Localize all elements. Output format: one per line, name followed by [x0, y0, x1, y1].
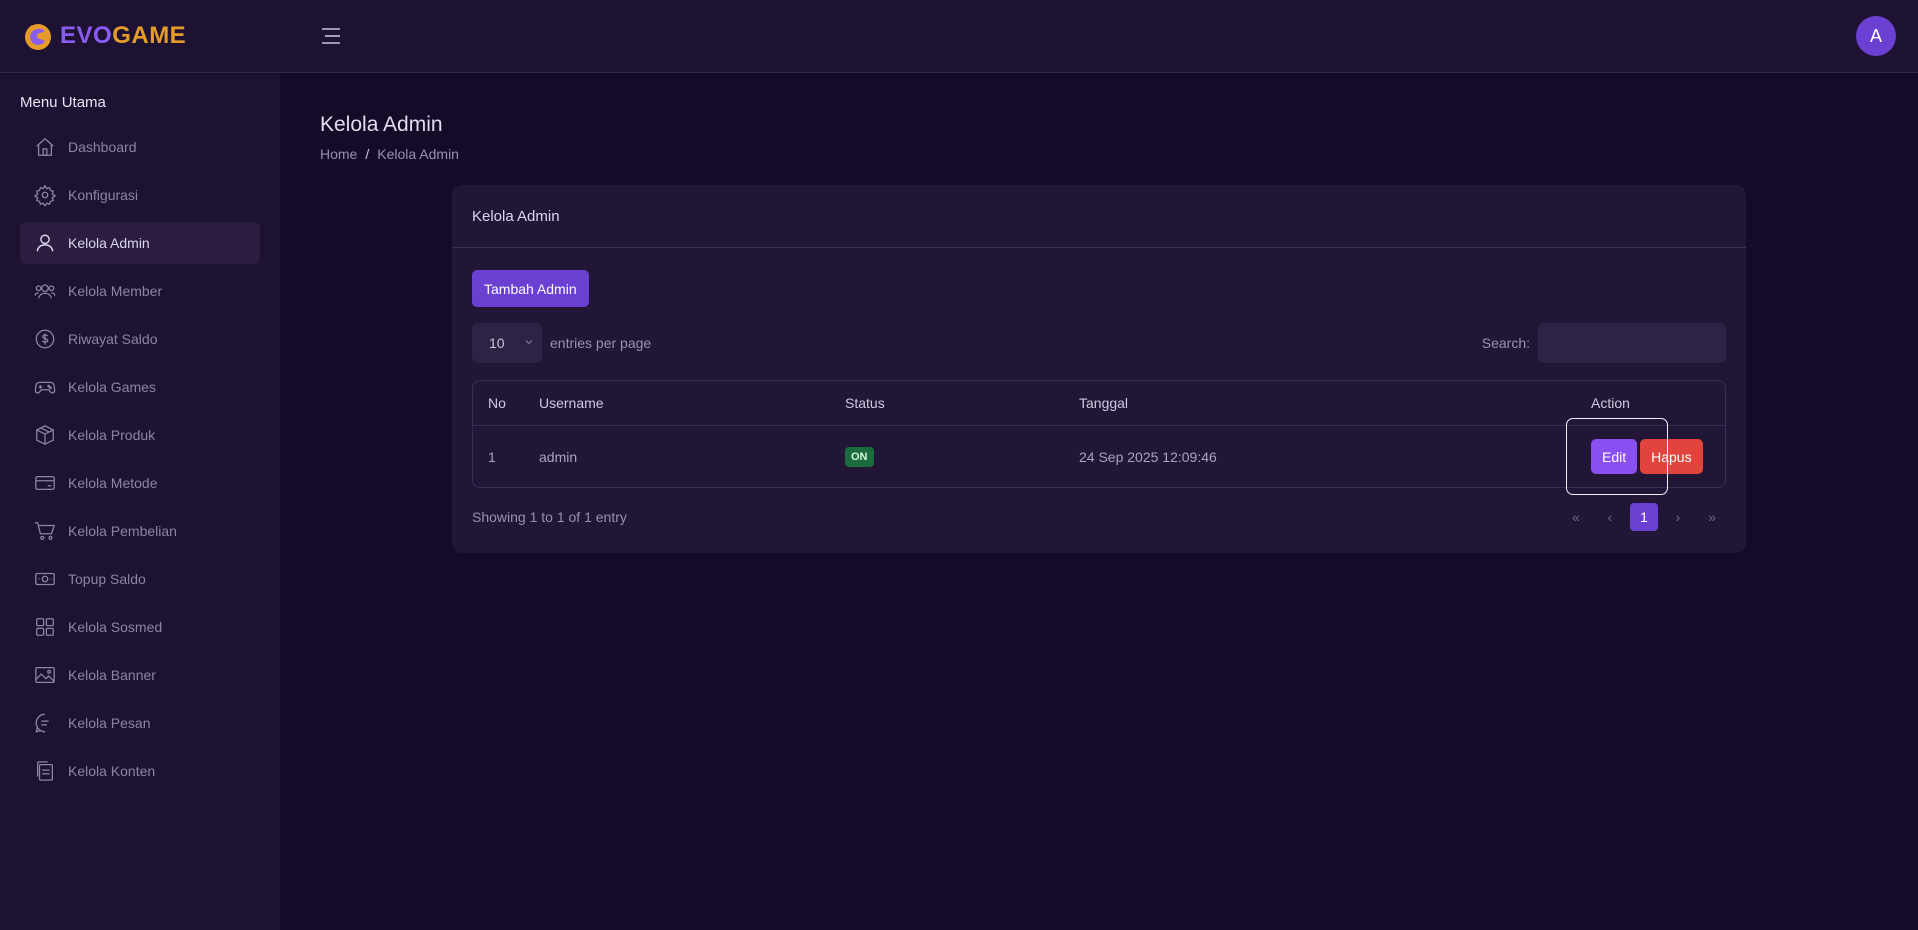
table-row: 1 admin ON 24 Sep 2025 12:09:46 Edit Hap… [473, 426, 1725, 487]
sidebar-item-kelola-admin[interactable]: Kelola Admin [20, 222, 260, 264]
sidebar-item-konfigurasi[interactable]: Konfigurasi [20, 174, 260, 216]
entries-per-page: 10 entries per page [472, 323, 651, 363]
sidebar-item-kelola-sosmed[interactable]: Kelola Sosmed [20, 606, 260, 648]
sidebar-item-kelola-games[interactable]: Kelola Games [20, 366, 260, 408]
sidebar-item-label: Kelola Pembelian [68, 523, 177, 539]
sidebar-item-label: Riwayat Saldo [68, 331, 158, 347]
column-header-tanggal[interactable]: Tanggal [1079, 381, 1128, 425]
page-title: Kelola Admin [320, 113, 443, 136]
entries-select-value: 10 [489, 335, 505, 351]
cell-status: ON [845, 426, 874, 487]
sidebar-item-label: Konfigurasi [68, 187, 139, 203]
home-icon [34, 136, 56, 158]
admin-table: No Username Status Tanggal Action 1 admi… [472, 380, 1726, 488]
document-icon [34, 760, 56, 782]
cell-username: admin [539, 449, 578, 465]
pagination-next[interactable]: › [1664, 503, 1692, 531]
sidebar-item-kelola-konten[interactable]: Kelola Konten [20, 750, 260, 792]
card-title: Kelola Admin [452, 185, 1746, 248]
users-icon [34, 280, 56, 302]
chat-icon [34, 712, 56, 734]
search-label: Search: [1481, 335, 1530, 351]
sidebar-item-dashboard[interactable]: Dashboard [20, 126, 260, 168]
sidebar-item-label: Kelola Banner [68, 667, 156, 683]
cell-tanggal: 24 Sep 2025 12:09:46 [1079, 449, 1217, 465]
cart-icon [34, 520, 56, 542]
column-header-status[interactable]: Status [845, 381, 885, 425]
pagination-first[interactable]: « [1562, 503, 1590, 531]
sidebar-item-riwayat-saldo[interactable]: Riwayat Saldo [20, 318, 260, 360]
grid-icon [34, 616, 56, 638]
sidebar-item-kelola-banner[interactable]: Kelola Banner [20, 654, 260, 696]
logo-mark-icon [25, 24, 51, 50]
breadcrumb-home-link[interactable]: Home [320, 146, 357, 162]
sidebar-item-kelola-pembelian[interactable]: Kelola Pembelian [20, 510, 260, 552]
pagination-page-1[interactable]: 1 [1630, 503, 1658, 531]
search-box: Search: [1482, 323, 1726, 363]
breadcrumb: Home / Kelola Admin [320, 146, 459, 162]
sidebar-item-label: Topup Saldo [68, 571, 146, 587]
user-icon [34, 232, 56, 254]
sidebar-item-label: Kelola Sosmed [68, 619, 163, 635]
pagination: « ‹ 1 › » [1556, 503, 1726, 531]
table-info: Showing 1 to 1 of 1 entry [472, 509, 627, 525]
logo-text: EVOGAME [60, 22, 187, 49]
sidebar-item-label: Kelola Konten [68, 763, 156, 779]
gear-icon [34, 184, 56, 206]
delete-button[interactable]: Hapus [1640, 439, 1703, 474]
entries-select[interactable]: 10 [472, 323, 542, 363]
credit-card-icon [34, 472, 56, 494]
sidebar-item-topup-saldo[interactable]: Topup Saldo [20, 558, 260, 600]
sidebar-item-label: Kelola Member [68, 283, 163, 299]
sidebar-item-kelola-pesan[interactable]: Kelola Pesan [20, 702, 260, 744]
row-actions: Edit Hapus [1591, 439, 1703, 474]
sidebar-item-kelola-member[interactable]: Kelola Member [20, 270, 260, 312]
sidebar-item-label: Kelola Metode [68, 475, 158, 491]
add-admin-button[interactable]: Tambah Admin [472, 270, 589, 307]
user-avatar[interactable]: A [1856, 16, 1896, 56]
column-header-username[interactable]: Username [539, 381, 604, 425]
table-header: No Username Status Tanggal Action [473, 381, 1725, 426]
admin-card: Kelola Admin Tambah Admin 10 entries per… [452, 185, 1746, 553]
chevron-down-icon [525, 340, 533, 345]
search-input[interactable] [1538, 323, 1726, 363]
sidebar-item-label: Kelola Pesan [68, 715, 151, 731]
brand-logo[interactable]: EVOGAME [22, 20, 186, 52]
sidebar-item-label: Kelola Produk [68, 427, 156, 443]
entries-label: entries per page [550, 335, 652, 351]
gamepad-icon [34, 376, 56, 398]
pagination-last[interactable]: » [1698, 503, 1726, 531]
edit-button[interactable]: Edit [1591, 439, 1638, 474]
image-icon [34, 664, 56, 686]
sidebar-item-label: Kelola Admin [68, 235, 150, 251]
breadcrumb-current: Kelola Admin [377, 146, 459, 162]
pagination-prev[interactable]: ‹ [1596, 503, 1624, 531]
box-icon [34, 424, 56, 446]
top-bar: EVOGAME A [0, 0, 1918, 73]
sidebar-item-label: Dashboard [68, 139, 137, 155]
sidebar-item-label: Kelola Games [68, 379, 156, 395]
column-header-action: Action [1591, 395, 1630, 411]
sidebar-item-kelola-produk[interactable]: Kelola Produk [20, 414, 260, 456]
status-badge: ON [845, 447, 874, 467]
cell-no: 1 [488, 449, 496, 465]
dollar-circle-icon [34, 328, 56, 350]
banknote-icon [34, 568, 56, 590]
sidebar-title: Menu Utama [20, 94, 106, 111]
hamburger-menu-icon[interactable] [321, 25, 341, 47]
column-header-no[interactable]: No [488, 381, 506, 425]
breadcrumb-separator: / [365, 146, 370, 162]
sidebar-item-kelola-metode[interactable]: Kelola Metode [20, 462, 260, 504]
